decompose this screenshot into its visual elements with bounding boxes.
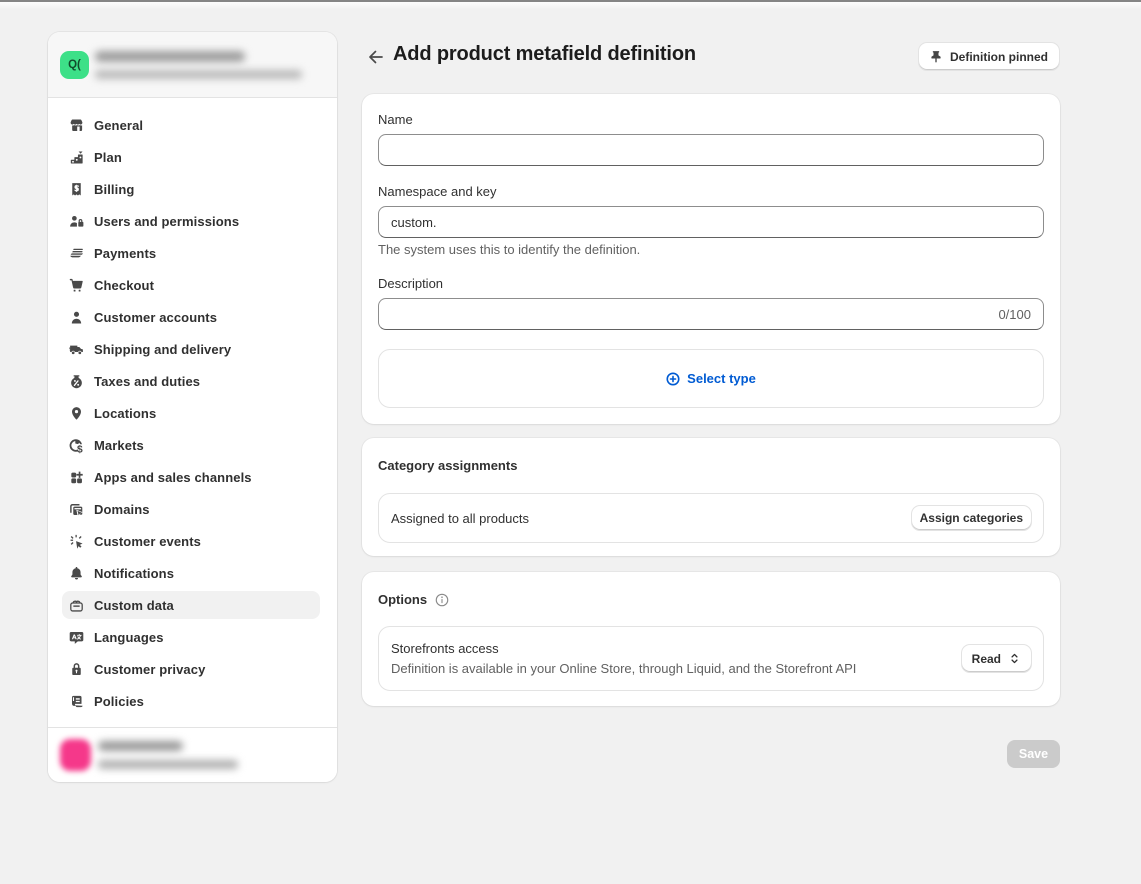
svg-text:$: $ (77, 444, 83, 454)
